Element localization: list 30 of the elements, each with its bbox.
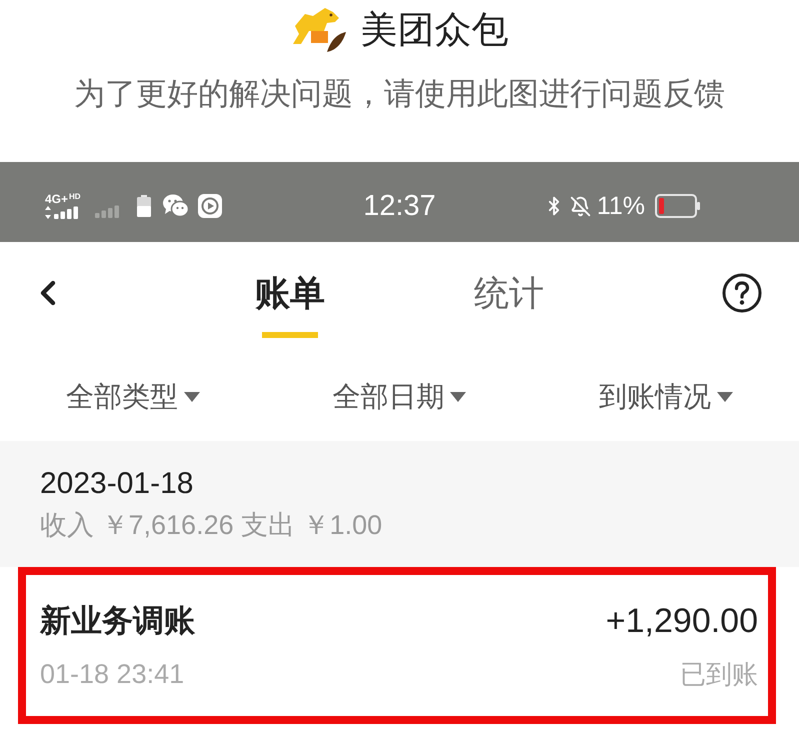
tab[interactable]: 统计: [449, 242, 569, 346]
caret-icon: [184, 392, 200, 402]
network-type-label: 4G+: [45, 193, 68, 205]
battery-percent: 11%: [596, 191, 645, 221]
tab[interactable]: 账单: [230, 242, 350, 346]
transaction-status: 已到账: [680, 658, 758, 690]
feedback-hint: 为了更好的解决问题，请使用此图进行问题反馈: [74, 75, 725, 113]
battery-icon: [136, 195, 151, 217]
caret-icon: [716, 392, 733, 402]
help-icon[interactable]: [722, 273, 762, 313]
income-expense-summary: 收入 ￥7,616.26 支出 ￥1.00: [40, 509, 384, 542]
transaction-row[interactable]: 新业务调账 +1,290.00 01-18 23:41 已到账: [18, 567, 776, 724]
caret-icon: [450, 392, 466, 402]
filter-dropdown[interactable]: 全部类型: [66, 379, 200, 415]
chat-bubbles-icon: [162, 194, 189, 218]
play-icon: [198, 194, 222, 218]
selected-indicator: [262, 332, 318, 338]
filter-dropdown[interactable]: 全部日期: [332, 379, 466, 415]
signal-icon: [94, 204, 121, 218]
clock-time: 12:37: [363, 189, 436, 223]
group-date: 2023-01-18: [40, 466, 194, 502]
transaction-title: 新业务调账: [40, 602, 195, 640]
filter-dropdown[interactable]: 到账情况: [598, 379, 733, 415]
transaction-time: 01-18 23:41: [40, 658, 184, 690]
app-title: 美团众包: [360, 8, 508, 52]
battery-icon: [655, 194, 701, 218]
signal-icon: [45, 206, 79, 219]
network-hd-label: HD: [69, 193, 81, 201]
transaction-amount: +1,290.00: [606, 600, 758, 640]
bell-off-icon: [570, 196, 591, 216]
